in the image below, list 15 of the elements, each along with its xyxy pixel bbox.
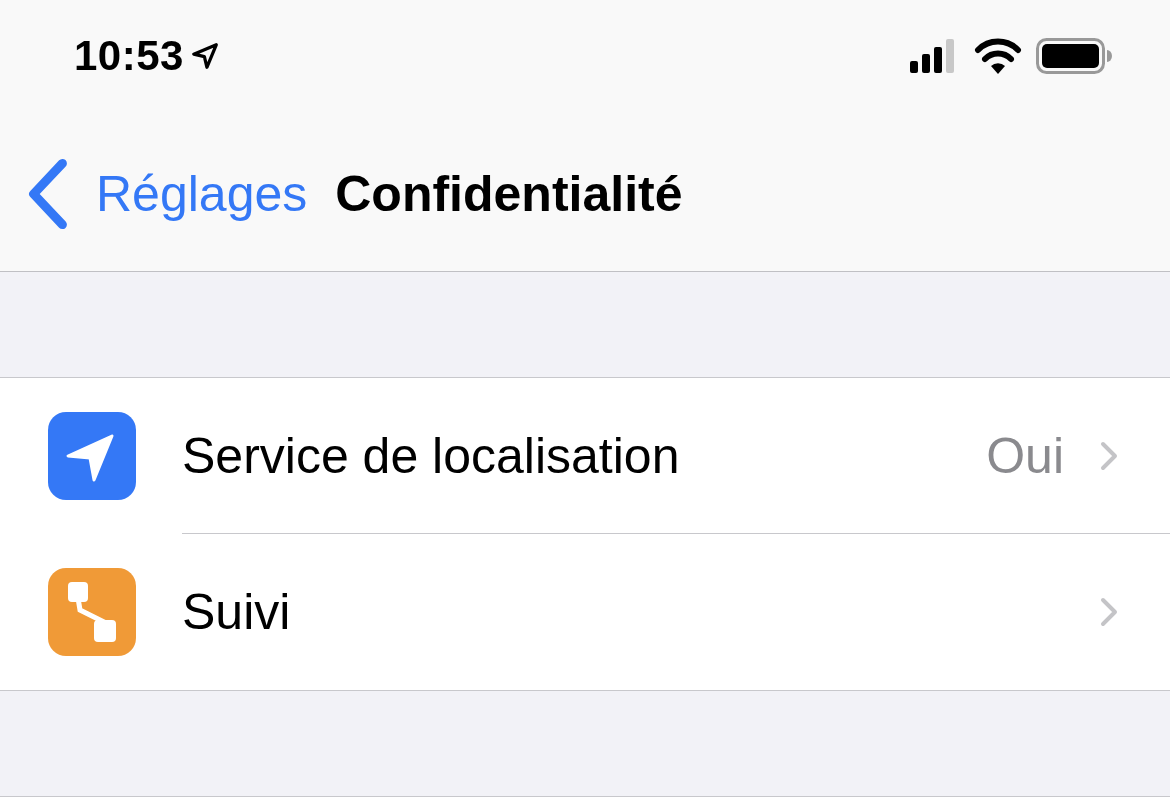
tracking-icon	[48, 568, 136, 656]
settings-row[interactable]: Suivi	[0, 534, 1170, 690]
chevron-right-icon	[1100, 440, 1118, 471]
row-value: Oui	[986, 426, 1064, 485]
chevron-left-icon	[26, 158, 70, 230]
row-label: Service de localisation	[182, 426, 681, 485]
chevron-right-icon	[1100, 597, 1118, 627]
settings-row[interactable]: Service de localisation Oui	[0, 378, 1170, 534]
signal-icon	[910, 39, 956, 73]
status-time: 10:53	[74, 32, 184, 80]
page-title: Confidentialité	[335, 165, 683, 223]
battery-icon	[1036, 38, 1112, 74]
wifi-icon	[974, 38, 1022, 74]
back-button[interactable]: Réglages	[26, 158, 308, 230]
row-label: Suivi	[182, 583, 292, 641]
